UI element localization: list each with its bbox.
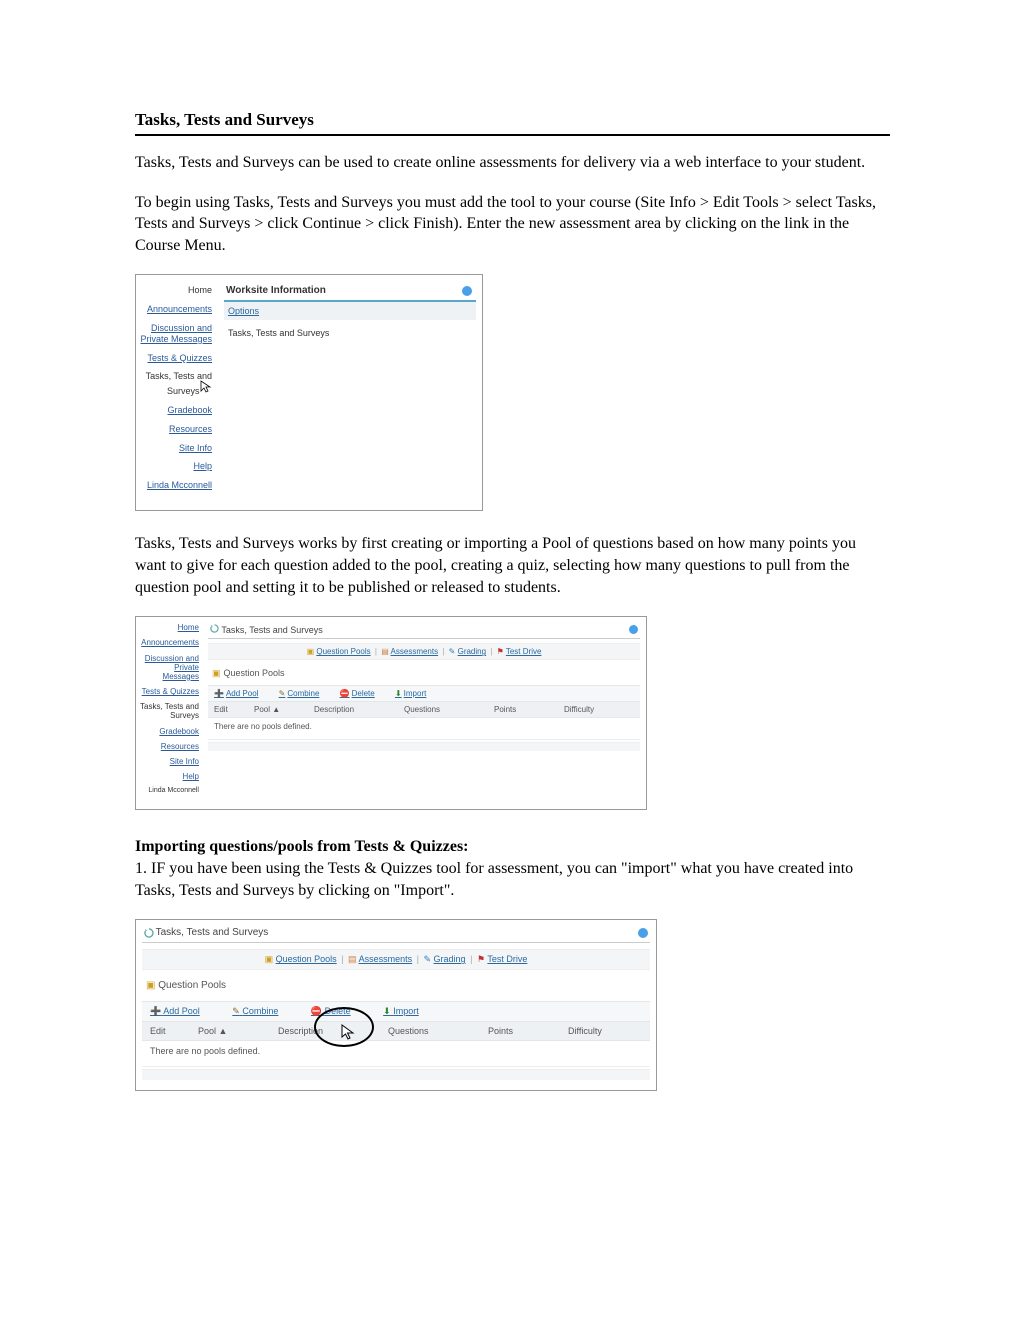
panel-header: Worksite Information (224, 281, 476, 302)
sidebar-item-tests-quizzes[interactable]: Tests & Quizzes (136, 353, 212, 364)
sidebar-user-name: Linda Mcconnell (136, 480, 212, 491)
col-description[interactable]: Description (278, 1026, 388, 1036)
cursor-icon (341, 1024, 355, 1040)
nav-assessments[interactable]: Assessments (359, 954, 413, 964)
plus-icon: ➕ (150, 1006, 161, 1016)
help-icon[interactable] (629, 625, 638, 634)
delete-icon: ⛔ (311, 1006, 322, 1016)
cursor-icon (202, 382, 212, 394)
col-pool[interactable]: Pool ▲ (198, 1026, 278, 1036)
import-icon: ⬇ (395, 689, 402, 698)
tool-nav-strip: ▣ Question Pools | ▤ Assessments | ✎ Gra… (208, 643, 640, 660)
sidebar-item-announcements[interactable]: Announcements (136, 304, 212, 315)
pool-table-header: Edit Pool ▲ Description Questions Points… (142, 1022, 650, 1041)
col-points[interactable]: Points (488, 1026, 568, 1036)
options-link[interactable]: Options (228, 306, 259, 316)
footer-bar (208, 742, 640, 751)
tool-titlebar: Tasks, Tests and Surveys (142, 924, 650, 943)
sidebar-item-help[interactable]: Help (136, 772, 199, 781)
tool-title: Tasks, Tests and Surveys (221, 625, 322, 635)
delete-link[interactable]: ⛔ Delete (311, 1006, 351, 1016)
col-points[interactable]: Points (494, 705, 564, 714)
sidebar-item-help[interactable]: Help (136, 461, 212, 472)
para-importing: Importing questions/pools from Tests & Q… (135, 836, 890, 901)
col-edit[interactable]: Edit (150, 1026, 198, 1036)
nav-question-pools[interactable]: Question Pools (316, 647, 370, 656)
screenshot-worksite-info: Home Announcements Discussion and Privat… (135, 274, 483, 511)
import-link[interactable]: ⬇ Import (383, 1006, 419, 1016)
sidebar-item-gradebook[interactable]: Gradebook (136, 727, 199, 736)
question-pools-heading: ▣ Question Pools (142, 980, 650, 1001)
import-link[interactable]: ⬇Import (395, 689, 426, 698)
sidebar-item-discussion[interactable]: Discussion and Private Messages (136, 323, 212, 345)
question-pools-heading: ▣Question Pools (208, 666, 640, 685)
pool-icon: ▣ (146, 980, 155, 991)
col-questions[interactable]: Questions (404, 705, 494, 714)
add-pool-link[interactable]: ➕Add Pool (214, 689, 258, 698)
col-edit[interactable]: Edit (214, 705, 254, 714)
title-rule (135, 134, 890, 136)
para-intro: Tasks, Tests and Surveys can be used to … (135, 152, 890, 174)
tool-nav-strip: ▣ Question Pools | ▤ Assessments | ✎ Gra… (142, 949, 650, 970)
subheading-importing: Importing questions/pools from Tests & Q… (135, 838, 469, 855)
tool-title: Tasks, Tests and Surveys (156, 927, 269, 938)
col-questions[interactable]: Questions (388, 1026, 488, 1036)
combine-link[interactable]: ✎ Combine (232, 1006, 278, 1016)
para-setup: To begin using Tasks, Tests and Surveys … (135, 192, 890, 257)
empty-message: There are no pools defined. (142, 1041, 650, 1067)
pool-table-header: Edit Pool ▲ Description Questions Points… (208, 702, 640, 718)
empty-message: There are no pools defined. (208, 718, 640, 740)
sidebar-item-gradebook[interactable]: Gradebook (136, 405, 212, 416)
site-area-label: Tasks, Tests and Surveys (224, 320, 476, 346)
combine-link[interactable]: ✎Combine (279, 689, 320, 698)
course-menu-sidebar: Home Announcements Discussion and Privat… (136, 275, 218, 510)
pool-actions-bar: ➕Add Pool ✎Combine ⛔Delete ⬇Import (208, 685, 640, 702)
delete-icon: ⛔ (340, 689, 350, 698)
nav-assessments[interactable]: Assessments (391, 647, 439, 656)
plus-icon: ➕ (214, 689, 224, 698)
nav-grading[interactable]: Grading (458, 647, 486, 656)
col-pool[interactable]: Pool ▲ (254, 705, 314, 714)
pencil-icon: ✎ (279, 689, 286, 698)
sidebar-item-site-info[interactable]: Site Info (136, 443, 212, 454)
sidebar-user-name: Linda Mcconnell (136, 787, 199, 795)
sidebar-item-home[interactable]: Home (136, 285, 212, 296)
para-workflow: Tasks, Tests and Surveys works by first … (135, 533, 890, 598)
sidebar-item-discussion[interactable]: Discussion and Private Messages (136, 654, 199, 682)
options-bar: Options (224, 302, 476, 320)
tool-titlebar: Tasks, Tests and Surveys (208, 621, 640, 639)
subheading-body: 1. IF you have been using the Tests & Qu… (135, 860, 853, 899)
col-difficulty[interactable]: Difficulty (568, 1026, 638, 1036)
help-icon[interactable] (462, 286, 472, 296)
sidebar-item-resources[interactable]: Resources (136, 742, 199, 751)
sidebar-item-resources[interactable]: Resources (136, 424, 212, 435)
sidebar-item-tasks-tests-surveys[interactable]: Tasks, Tests and Surveys (136, 371, 212, 397)
nav-question-pools[interactable]: Question Pools (276, 954, 337, 964)
refresh-icon[interactable] (210, 624, 219, 633)
pool-actions-bar: ➕ Add Pool ✎ Combine ⛔ Delete ⬇ Import (142, 1001, 650, 1022)
nav-grading[interactable]: Grading (434, 954, 466, 964)
pool-icon: ▣ (212, 668, 221, 678)
screenshot-import-highlight: Tasks, Tests and Surveys ▣ Question Pool… (135, 919, 657, 1091)
pencil-icon: ✎ (232, 1006, 240, 1016)
import-icon: ⬇ (383, 1006, 391, 1016)
screenshot-question-pools: Home Announcements Discussion and Privat… (135, 616, 647, 810)
sidebar-item-tests-quizzes[interactable]: Tests & Quizzes (136, 687, 199, 696)
sidebar-item-site-info[interactable]: Site Info (136, 757, 199, 766)
help-icon[interactable] (638, 928, 648, 938)
page-title: Tasks, Tests and Surveys (135, 110, 890, 130)
course-menu-sidebar: Home Announcements Discussion and Privat… (136, 617, 204, 801)
add-pool-link[interactable]: ➕ Add Pool (150, 1006, 200, 1016)
sidebar-item-announcements[interactable]: Announcements (136, 638, 199, 647)
col-difficulty[interactable]: Difficulty (564, 705, 634, 714)
sidebar-item-home[interactable]: Home (136, 623, 199, 632)
nav-test-drive[interactable]: Test Drive (487, 954, 527, 964)
refresh-icon[interactable] (144, 928, 153, 937)
panel-title: Worksite Information (226, 285, 326, 296)
delete-link[interactable]: ⛔Delete (340, 689, 375, 698)
nav-test-drive[interactable]: Test Drive (506, 647, 542, 656)
col-description[interactable]: Description (314, 705, 404, 714)
footer-bar (142, 1069, 650, 1080)
sidebar-item-tasks-tests-surveys[interactable]: Tasks, Tests and Surveys (136, 702, 199, 720)
